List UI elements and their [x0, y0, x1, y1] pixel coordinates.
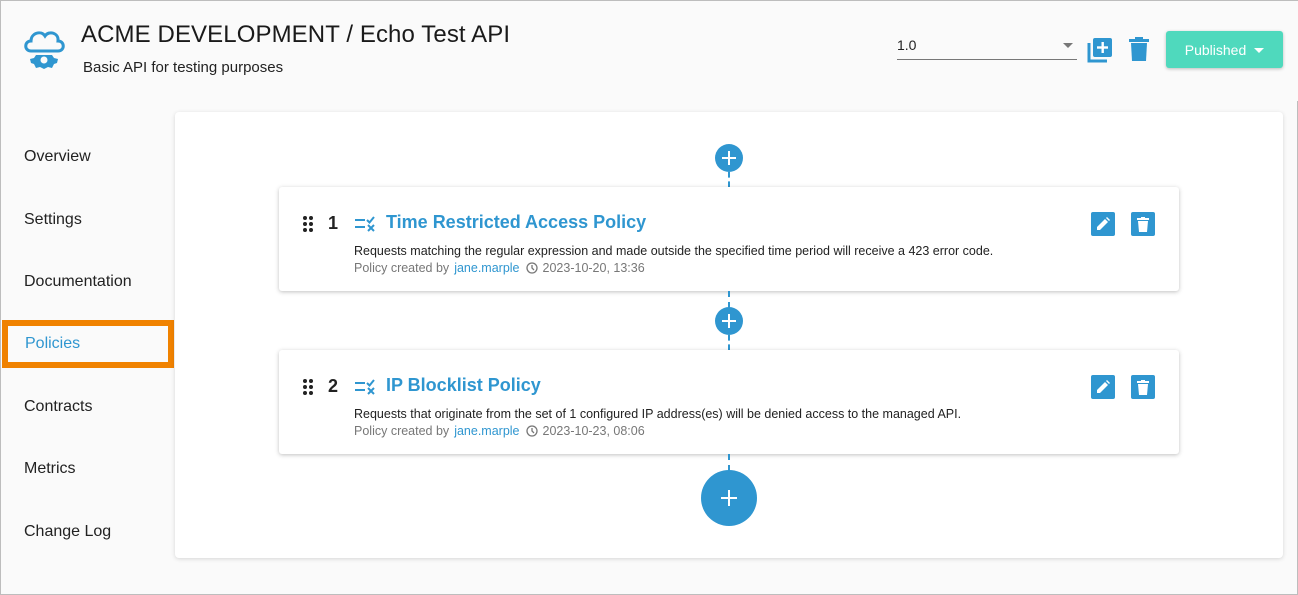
add-policy-button-bottom[interactable] — [701, 470, 757, 526]
chevron-down-icon — [1063, 43, 1073, 48]
policy-type-icon — [355, 379, 375, 395]
edit-policy-button[interactable] — [1091, 375, 1115, 399]
add-policy-button-top[interactable] — [715, 144, 743, 172]
clock-icon — [525, 425, 538, 437]
user-link[interactable]: jane.marple — [454, 424, 519, 438]
clock-icon — [525, 262, 538, 274]
policy-timestamp: 2023-10-23, 08:06 — [542, 424, 645, 438]
add-policy-button-middle[interactable] — [715, 307, 743, 335]
created-by-label: Policy created by — [354, 424, 450, 438]
version-select[interactable]: 1.0 — [897, 33, 1077, 60]
trash-icon — [1137, 216, 1149, 232]
connector-line — [728, 335, 730, 350]
status-dropdown-button[interactable]: Published — [1166, 31, 1283, 68]
sidebar-item-settings[interactable]: Settings — [1, 196, 174, 244]
policy-name-link[interactable]: Time Restricted Access Policy — [386, 212, 646, 233]
chevron-down-icon — [1254, 48, 1265, 53]
policy-timestamp: 2023-10-20, 13:36 — [542, 261, 645, 275]
trash-icon — [1137, 379, 1149, 395]
created-by-label: Policy created by — [354, 261, 450, 275]
policy-name-link[interactable]: IP Blocklist Policy — [386, 375, 541, 396]
delete-policy-button[interactable] — [1131, 375, 1155, 399]
pencil-icon — [1097, 217, 1110, 230]
new-version-button[interactable] — [1087, 37, 1113, 63]
page-title: ACME DEVELOPMENT / Echo Test API — [81, 21, 511, 48]
edit-policy-button[interactable] — [1091, 212, 1115, 236]
policy-description: Requests that originate from the set of … — [354, 407, 962, 421]
sidebar-item-documentation[interactable]: Documentation — [1, 258, 174, 306]
page-header: ACME DEVELOPMENT / Echo Test API Basic A… — [1, 1, 1298, 101]
policy-meta: Policy created by jane.marple 2023-10-23… — [354, 424, 645, 438]
cloud-gear-icon — [24, 31, 65, 69]
connector-line — [728, 172, 730, 187]
sidebar-item-contracts[interactable]: Contracts — [1, 383, 174, 431]
sidebar-item-change-log[interactable]: Change Log — [1, 508, 174, 556]
policy-index: 1 — [328, 213, 339, 233]
drag-handle-icon[interactable] — [303, 216, 315, 232]
page-subtitle: Basic API for testing purposes — [83, 59, 284, 76]
delete-policy-button[interactable] — [1131, 212, 1155, 236]
connector-line — [728, 454, 730, 471]
pencil-icon — [1097, 380, 1110, 393]
policy-type-icon — [355, 216, 375, 232]
policy-card: 2 IP Blocklist Policy Requests that orig… — [279, 350, 1179, 454]
policy-meta: Policy created by jane.marple 2023-10-20… — [354, 261, 645, 275]
sidebar-item-metrics[interactable]: Metrics — [1, 445, 174, 493]
version-value: 1.0 — [897, 37, 917, 53]
sidebar-item-overview[interactable]: Overview — [1, 133, 174, 181]
policy-index: 2 — [328, 376, 339, 396]
policies-panel: 1 Time Restricted Access Policy Requests… — [175, 112, 1283, 558]
connector-line — [728, 291, 730, 308]
sidebar-item-policies[interactable]: Policies — [2, 320, 174, 368]
user-link[interactable]: jane.marple — [454, 261, 519, 275]
policy-description: Requests matching the regular expression… — [354, 244, 994, 258]
drag-handle-icon[interactable] — [303, 379, 315, 395]
delete-api-button[interactable] — [1129, 37, 1149, 62]
status-label: Published — [1184, 41, 1247, 58]
policy-card: 1 Time Restricted Access Policy Requests… — [279, 187, 1179, 291]
